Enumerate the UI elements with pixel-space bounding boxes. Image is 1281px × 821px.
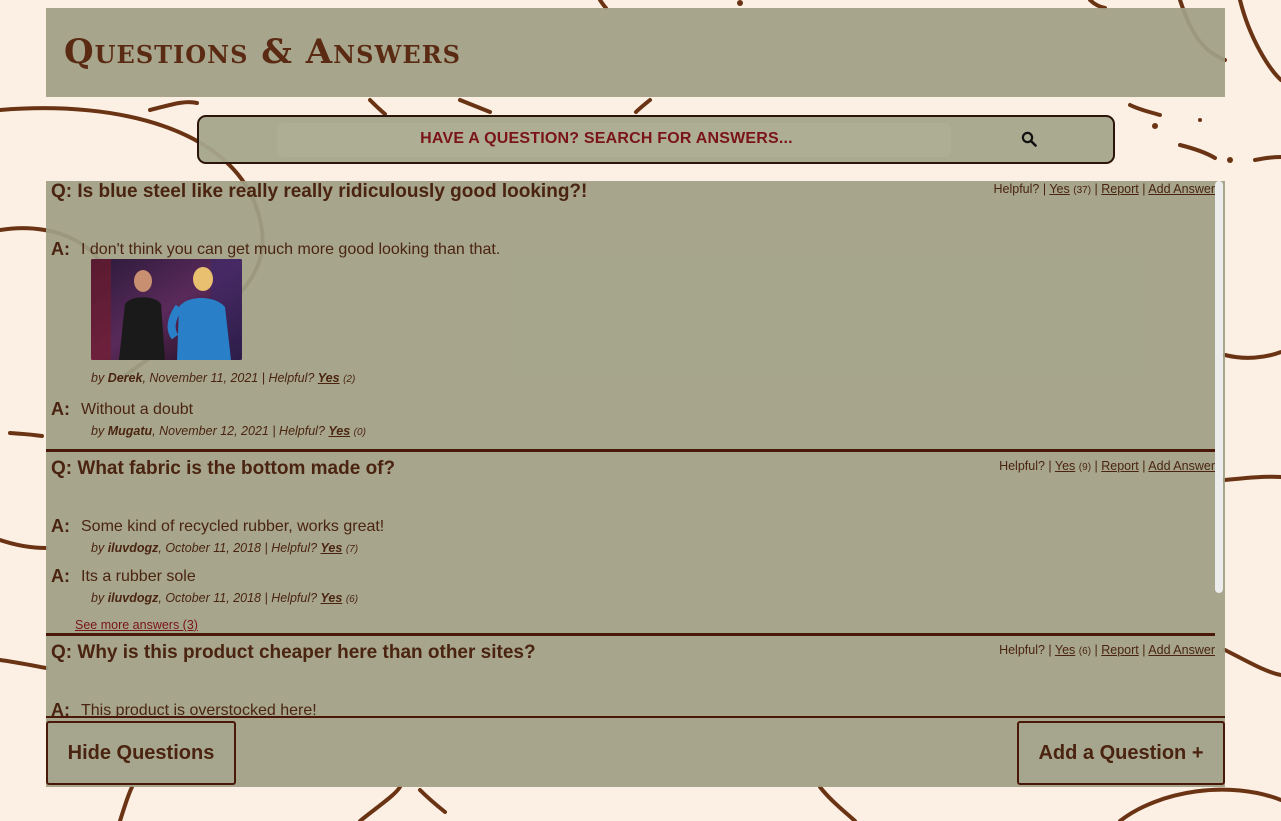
answer-photo[interactable] — [91, 259, 242, 360]
search-icon[interactable] — [1021, 131, 1037, 152]
list-bottom-divider — [46, 716, 1225, 718]
header-bar: Questions & Answers — [46, 8, 1225, 97]
helpful-label: Helpful? | — [993, 182, 1047, 196]
question-text: Q: Is blue steel like really really ridi… — [51, 181, 588, 202]
question-actions: Helpful? | Yes (9) | Report | Add Answer — [999, 459, 1215, 473]
answer-author: Derek — [107, 371, 143, 385]
scrollbar[interactable] — [1215, 181, 1223, 593]
question-divider — [46, 633, 1215, 636]
answer-meta: by Mugatu, November 12, 2021 | Helpful? … — [91, 424, 366, 438]
answer-author: iluvdogz — [107, 541, 159, 555]
answer-label: A: — [51, 700, 70, 716]
question-text: Q: Why is this product cheaper here than… — [51, 642, 536, 663]
answer-yes-link[interactable]: Yes — [321, 541, 343, 555]
answer-text: This product is overstocked here! — [81, 702, 317, 716]
hide-questions-button[interactable]: Hide Questions — [46, 721, 236, 785]
questions-list[interactable]: Q: Is blue steel like really really ridi… — [46, 181, 1225, 716]
answer-yes-link[interactable]: Yes — [318, 371, 340, 385]
answer-label: A: — [51, 239, 70, 259]
report-link[interactable]: Report — [1101, 643, 1139, 657]
answer-label: A: — [51, 566, 70, 586]
answer-meta: by iluvdogz, October 11, 2018 | Helpful?… — [91, 541, 358, 555]
answer-author: iluvdogz — [107, 591, 159, 605]
answer-text: Its a rubber sole — [81, 568, 196, 585]
answer-label: A: — [51, 399, 70, 419]
helpful-label: Helpful? | — [999, 459, 1052, 473]
answer-label: A: — [51, 516, 70, 536]
by-label: by — [91, 371, 105, 385]
answer-yes-link[interactable]: Yes — [321, 591, 343, 605]
helpful-label: Helpful? | — [999, 643, 1052, 657]
answer-date: , November 12, 2021 | Helpful? — [152, 424, 325, 438]
by-label: by — [91, 591, 105, 605]
yes-link[interactable]: Yes — [1049, 182, 1069, 196]
question-divider — [46, 449, 1215, 452]
answer-yes-count: (2) — [343, 374, 356, 385]
answer-meta: by iluvdogz, October 11, 2018 | Helpful?… — [91, 591, 358, 605]
add-answer-link[interactable]: Add Answer — [1148, 459, 1215, 473]
yes-count: (6) — [1078, 646, 1092, 657]
answer-meta: by Derek, November 11, 2021 | Helpful? Y… — [91, 371, 355, 385]
report-link[interactable]: Report — [1101, 182, 1139, 196]
question-text: Q: What fabric is the bottom made of? — [51, 458, 396, 479]
answer-date: , November 11, 2021 | Helpful? — [142, 371, 315, 385]
search-placeholder[interactable]: HAVE A QUESTION? SEARCH FOR ANSWERS... — [199, 130, 1014, 148]
question-actions: Helpful? | Yes (6) | Report | Add Answer — [999, 643, 1215, 657]
by-label: by — [91, 541, 105, 555]
add-answer-link[interactable]: Add Answer — [1148, 182, 1215, 196]
search-bar[interactable]: HAVE A QUESTION? SEARCH FOR ANSWERS... — [197, 115, 1115, 164]
answer-text: Without a doubt — [81, 401, 194, 418]
answer-yes-count: (0) — [353, 427, 366, 438]
page-title: Questions & Answers — [64, 32, 461, 72]
by-label: by — [91, 424, 105, 438]
question-actions: Helpful? | Yes (37) | Report | Add Answe… — [993, 182, 1216, 196]
answer-text: I don't think you can get much more good… — [81, 241, 501, 258]
see-more-answers-link[interactable]: See more answers (3) — [75, 618, 198, 632]
report-link[interactable]: Report — [1101, 459, 1139, 473]
add-question-button[interactable]: Add a Question + — [1017, 721, 1225, 785]
answer-date: , October 11, 2018 | Helpful? — [158, 541, 318, 555]
add-answer-link[interactable]: Add Answer — [1148, 643, 1215, 657]
answer-text: Some kind of recycled rubber, works grea… — [81, 518, 385, 535]
yes-link[interactable]: Yes — [1055, 459, 1075, 473]
answer-yes-link[interactable]: Yes — [328, 424, 350, 438]
answer-date: , October 11, 2018 | Helpful? — [158, 591, 318, 605]
yes-link[interactable]: Yes — [1055, 643, 1075, 657]
yes-count: (37) — [1073, 185, 1092, 196]
footer-bar: Hide Questions Add a Question + — [46, 718, 1225, 787]
answer-yes-count: (7) — [345, 544, 359, 555]
answer-yes-count: (6) — [345, 594, 359, 605]
yes-count: (9) — [1078, 462, 1092, 473]
answer-author: Mugatu — [107, 424, 153, 438]
